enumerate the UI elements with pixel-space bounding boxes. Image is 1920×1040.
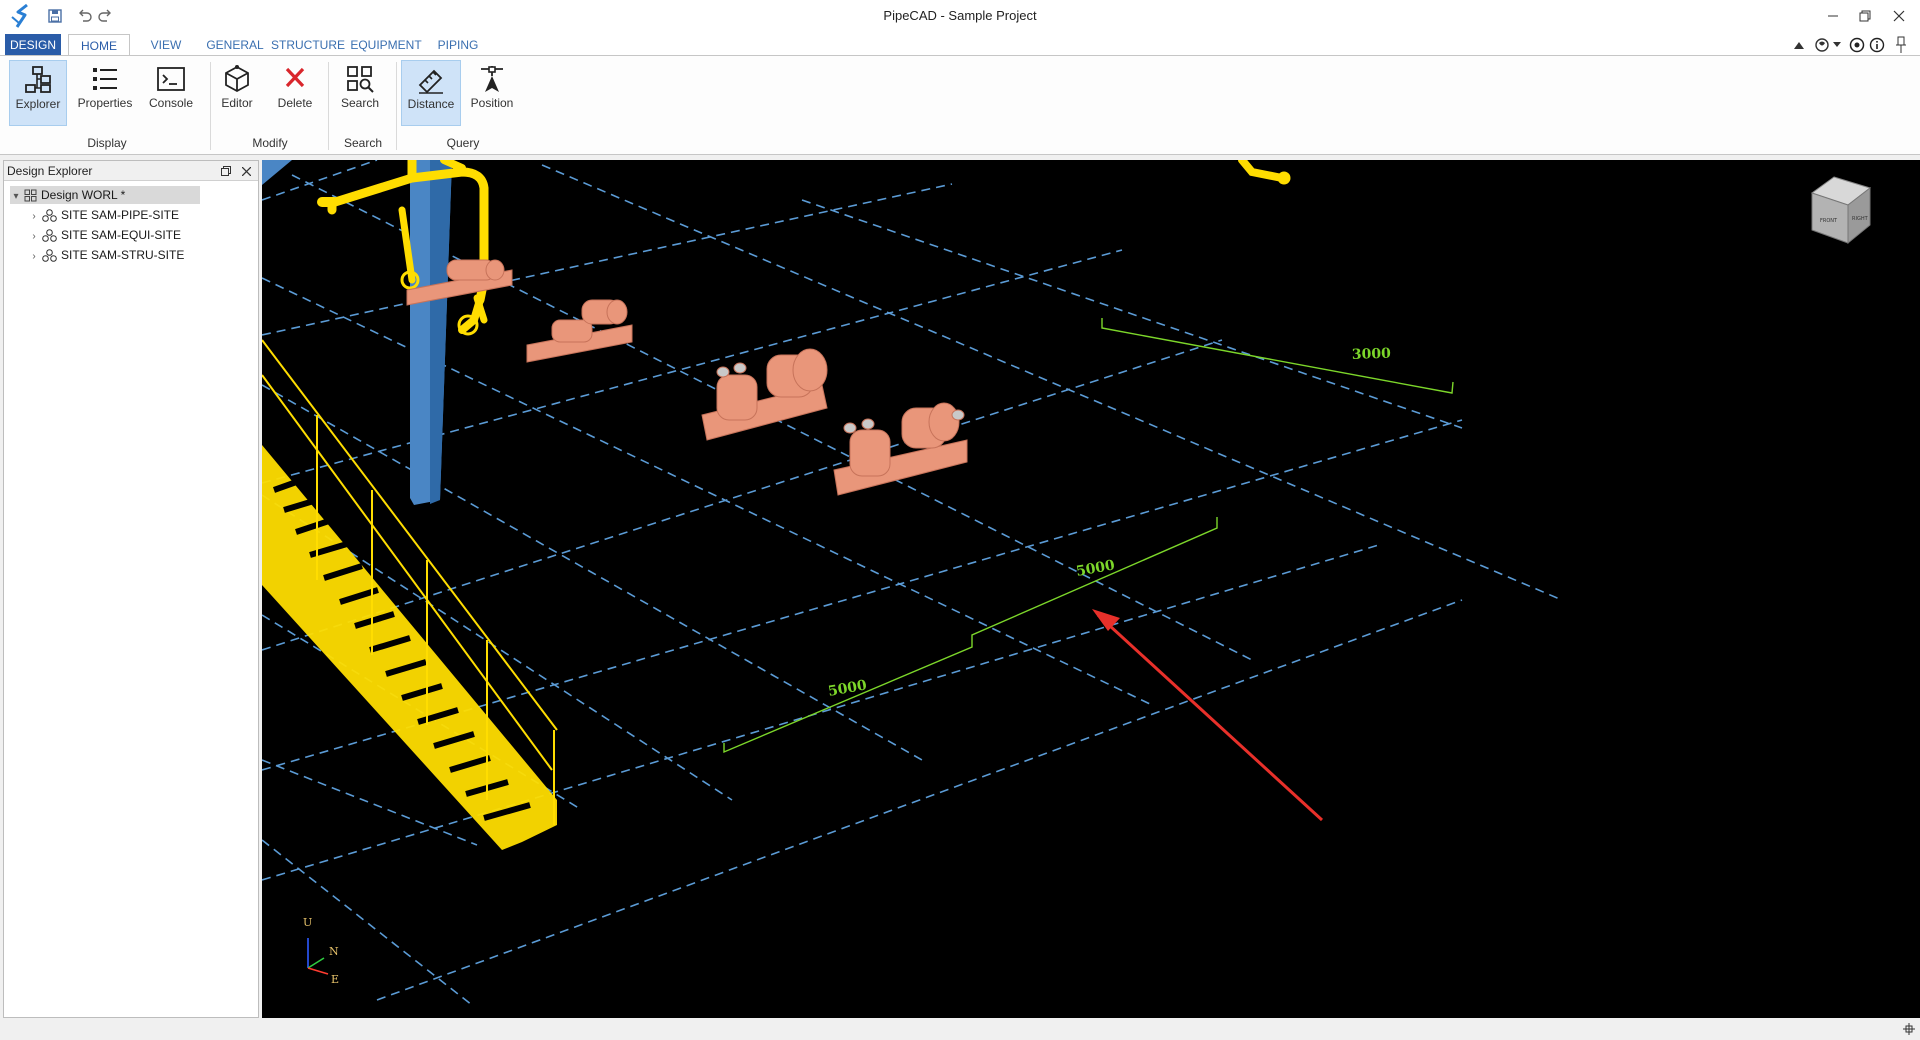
tab-general[interactable]: GENERAL bbox=[205, 34, 265, 56]
console-button[interactable]: Console bbox=[143, 60, 199, 126]
collapse-arrow-icon[interactable]: ▾ bbox=[10, 188, 22, 206]
expand-arrow-icon[interactable]: › bbox=[28, 228, 40, 246]
console-terminal-icon bbox=[157, 67, 185, 91]
axis-label-up: U bbox=[303, 916, 312, 929]
save-icon[interactable] bbox=[46, 7, 64, 25]
tree-item-label: SITE SAM-STRU-SITE bbox=[61, 248, 185, 262]
resize-grip-icon[interactable] bbox=[1902, 1022, 1916, 1036]
style-dropdown-icon[interactable] bbox=[1832, 36, 1842, 54]
redo-icon[interactable] bbox=[96, 7, 114, 25]
site-icon bbox=[42, 249, 57, 263]
console-button-label: Console bbox=[148, 96, 194, 110]
tab-piping[interactable]: PIPING bbox=[434, 34, 482, 56]
editor-button[interactable]: Editor bbox=[215, 60, 259, 126]
tree-item-equi-site[interactable]: › SITE SAM-EQUI-SITE bbox=[28, 226, 181, 244]
axis-label-north: N bbox=[329, 945, 339, 958]
svg-text:FRONT: FRONT bbox=[1820, 218, 1838, 224]
editor-button-label: Editor bbox=[221, 96, 253, 110]
dimension-label-3000: 3000 bbox=[1352, 346, 1392, 363]
undo-icon[interactable] bbox=[76, 7, 94, 25]
tab-structure[interactable]: STRUCTURE bbox=[271, 34, 345, 56]
window-title: PipeCAD - Sample Project bbox=[883, 8, 1037, 23]
yellow-piping bbox=[317, 160, 1291, 336]
expand-arrow-icon[interactable]: › bbox=[28, 208, 40, 226]
position-button-label: Position bbox=[470, 96, 514, 110]
delete-button-label: Delete bbox=[277, 96, 313, 110]
equipment-pumps bbox=[406, 259, 968, 496]
tree-item-label: SITE SAM-PIPE-SITE bbox=[61, 208, 180, 222]
tree-item-stru-site[interactable]: › SITE SAM-STRU-SITE bbox=[28, 246, 184, 264]
explorer-tree-icon bbox=[25, 66, 51, 93]
tree-item-pipe-site[interactable]: › SITE SAM-PIPE-SITE bbox=[28, 206, 179, 224]
group-label-query: Query bbox=[446, 136, 480, 150]
explorer-header: Design Explorer bbox=[4, 161, 258, 181]
tab-design[interactable]: DESIGN bbox=[5, 34, 61, 56]
axis-triad: U N E bbox=[303, 916, 339, 986]
position-button[interactable]: Position bbox=[464, 60, 520, 126]
tab-equipment[interactable]: EQUIPMENT bbox=[349, 34, 423, 56]
settings-icon[interactable] bbox=[1848, 36, 1866, 54]
title-bar: PipeCAD - Sample Project bbox=[0, 0, 1920, 32]
world-icon bbox=[24, 189, 37, 202]
site-icon bbox=[42, 229, 57, 243]
close-panel-icon[interactable] bbox=[238, 163, 254, 179]
tree-root-world[interactable]: ▾ Design WORL * bbox=[10, 186, 200, 204]
tab-view[interactable]: VIEW bbox=[141, 34, 191, 56]
yellow-stair bbox=[262, 339, 558, 850]
explorer-button-label: Explorer bbox=[15, 97, 61, 111]
explorer-title: Design Explorer bbox=[7, 164, 93, 178]
properties-button[interactable]: Properties bbox=[72, 60, 138, 126]
group-separator bbox=[396, 62, 397, 150]
tree-item-label: SITE SAM-EQUI-SITE bbox=[61, 228, 182, 242]
axis-label-east: E bbox=[331, 973, 339, 986]
distance-ruler-icon bbox=[418, 69, 443, 94]
dimension-label-5000-lower: 5000 bbox=[827, 677, 868, 700]
svg-text:RIGHT: RIGHT bbox=[1852, 216, 1869, 222]
properties-list-icon bbox=[93, 68, 117, 90]
style-icon[interactable] bbox=[1814, 36, 1832, 54]
properties-button-label: Properties bbox=[77, 96, 133, 110]
design-explorer-panel: Design Explorer ▾ Design WORL * › SITE SAM… bbox=[3, 160, 259, 1018]
info-icon[interactable] bbox=[1868, 36, 1886, 54]
status-bar bbox=[0, 1018, 1920, 1040]
ribbon-panel: Explorer Properties Console Display Edit… bbox=[0, 55, 1920, 155]
annotation-arrow bbox=[1092, 609, 1324, 822]
expand-arrow-icon[interactable]: › bbox=[28, 248, 40, 266]
distance-button-label: Distance bbox=[407, 97, 455, 111]
site-icon bbox=[42, 209, 57, 223]
group-label-display: Display bbox=[87, 136, 127, 150]
app-logo-icon[interactable] bbox=[10, 3, 36, 29]
delete-button[interactable]: Delete bbox=[270, 60, 320, 126]
group-separator bbox=[328, 62, 329, 150]
position-marker-icon bbox=[481, 66, 503, 92]
restore-icon[interactable] bbox=[1852, 4, 1878, 28]
tree-root-label: Design WORL * bbox=[41, 188, 126, 202]
view-cube[interactable]: FRONT RIGHT bbox=[1810, 176, 1872, 245]
group-label-search: Search bbox=[343, 136, 383, 150]
explorer-button[interactable]: Explorer bbox=[9, 60, 67, 126]
tab-home[interactable]: HOME bbox=[68, 34, 130, 56]
dimension-label-5000-upper: 5000 bbox=[1075, 557, 1116, 580]
search-grid-icon bbox=[347, 66, 374, 93]
float-panel-icon[interactable] bbox=[218, 163, 234, 179]
steel-column bbox=[262, 160, 452, 505]
minimize-icon[interactable] bbox=[1820, 4, 1846, 28]
search-button[interactable]: Search bbox=[334, 60, 386, 126]
distance-button[interactable]: Distance bbox=[401, 60, 461, 126]
search-button-label: Search bbox=[340, 96, 380, 110]
group-separator bbox=[210, 62, 211, 150]
collapse-ribbon-icon[interactable] bbox=[1790, 36, 1808, 54]
group-label-modify: Modify bbox=[252, 136, 288, 150]
delete-x-icon bbox=[285, 67, 305, 88]
pin-icon[interactable] bbox=[1892, 36, 1910, 54]
editor-cube-icon bbox=[225, 65, 249, 93]
close-icon[interactable] bbox=[1886, 4, 1912, 28]
ribbon-tab-bar: DESIGN HOME VIEW GENERAL STRUCTURE EQUIP… bbox=[0, 32, 1920, 56]
3d-viewport[interactable]: 3000 5000 5000 FRONT RIGHT U N E bbox=[262, 160, 1920, 1018]
